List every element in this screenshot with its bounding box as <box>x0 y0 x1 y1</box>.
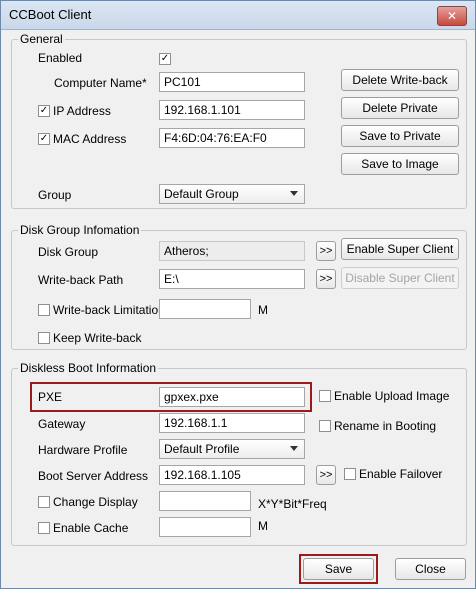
writeback-limit-label: Write-back Limitation <box>53 303 165 317</box>
delete-writeback-button[interactable]: Delete Write-back <box>341 69 459 91</box>
writeback-limit-checkbox[interactable] <box>38 304 50 316</box>
window-close-button[interactable]: ✕ <box>437 6 467 26</box>
mac-address-checkbox[interactable]: ✓ <box>38 133 50 145</box>
save-button[interactable]: Save <box>303 558 374 580</box>
keep-writeback-label: Keep Write-back <box>53 331 142 345</box>
writeback-limit-field[interactable] <box>159 299 251 319</box>
ccboot-client-window: CCBoot Client ✕ General Enabled ✓ Comput… <box>0 0 476 589</box>
change-display-label: Change Display <box>53 495 138 509</box>
group-label: Group <box>38 188 72 202</box>
enable-upload-image-label: Enable Upload Image <box>334 389 450 403</box>
close-button[interactable]: Close <box>395 558 466 580</box>
change-display-field[interactable] <box>159 491 251 511</box>
boot-server-address-field[interactable]: 192.168.1.105 <box>159 465 305 485</box>
boot-server-address-label: Boot Server Address <box>38 469 149 483</box>
enable-failover-checkbox[interactable] <box>344 468 356 480</box>
computer-name-label: Computer Name* <box>54 76 147 90</box>
writeback-limit-unit: M <box>258 303 268 317</box>
chevron-down-icon <box>290 191 298 196</box>
display-format-hint: X*Y*Bit*Freq <box>258 497 327 511</box>
pxe-label: PXE <box>38 390 63 404</box>
disk-group-label: Disk Group <box>38 245 99 259</box>
writeback-path-field[interactable]: E:\ <box>159 269 305 289</box>
window-title: CCBoot Client <box>9 7 92 22</box>
general-legend: General <box>18 32 65 46</box>
writeback-path-browse-button[interactable]: >> <box>316 269 336 289</box>
enable-failover-label: Enable Failover <box>359 467 443 481</box>
ip-address-checkbox[interactable]: ✓ <box>38 105 50 117</box>
disable-super-client-button[interactable]: Disable Super Client <box>341 267 459 289</box>
disk-group-legend: Disk Group Infomation <box>18 223 142 237</box>
group-select-value: Default Group <box>164 187 239 201</box>
hardware-profile-select[interactable]: Default Profile <box>159 439 305 459</box>
disk-group-field: Atheros; <box>159 241 305 261</box>
keep-writeback-checkbox[interactable] <box>38 332 50 344</box>
writeback-path-label: Write-back Path <box>38 273 124 287</box>
hardware-profile-value: Default Profile <box>164 442 240 456</box>
mac-address-label: MAC Address <box>53 132 127 146</box>
diskless-boot-legend: Diskless Boot Information <box>18 361 159 375</box>
computer-name-field[interactable]: PC101 <box>159 72 305 92</box>
gateway-field[interactable]: 192.168.1.1 <box>159 413 305 433</box>
gateway-label: Gateway <box>38 417 86 431</box>
enable-super-client-button[interactable]: Enable Super Client <box>341 238 459 260</box>
ip-address-label: IP Address <box>53 104 111 118</box>
disk-group-browse-button[interactable]: >> <box>316 241 336 261</box>
cache-size-unit: M <box>258 519 268 533</box>
enabled-label: Enabled <box>38 51 83 65</box>
mac-address-field[interactable]: F4:6D:04:76:EA:F0 <box>159 128 305 148</box>
change-display-checkbox[interactable] <box>38 496 50 508</box>
title-bar[interactable]: CCBoot Client ✕ <box>1 1 475 30</box>
rename-in-booting-label: Rename in Booting <box>334 419 437 433</box>
group-select[interactable]: Default Group <box>159 184 305 204</box>
enable-cache-checkbox[interactable] <box>38 522 50 534</box>
enable-cache-label: Enable Cache <box>53 521 129 535</box>
hardware-profile-label: Hardware Profile <box>38 443 128 457</box>
enable-upload-image-checkbox[interactable] <box>319 390 331 402</box>
boot-server-browse-button[interactable]: >> <box>316 465 336 485</box>
cache-size-field[interactable] <box>159 517 251 537</box>
save-to-image-button[interactable]: Save to Image <box>341 153 459 175</box>
delete-private-button[interactable]: Delete Private <box>341 97 459 119</box>
enabled-checkbox[interactable]: ✓ <box>159 53 171 65</box>
chevron-down-icon <box>290 446 298 451</box>
save-to-private-button[interactable]: Save to Private <box>341 125 459 147</box>
ip-address-field[interactable]: 192.168.1.101 <box>159 100 305 120</box>
rename-in-booting-checkbox[interactable] <box>319 420 331 432</box>
pxe-field[interactable]: gpxex.pxe <box>159 387 305 407</box>
